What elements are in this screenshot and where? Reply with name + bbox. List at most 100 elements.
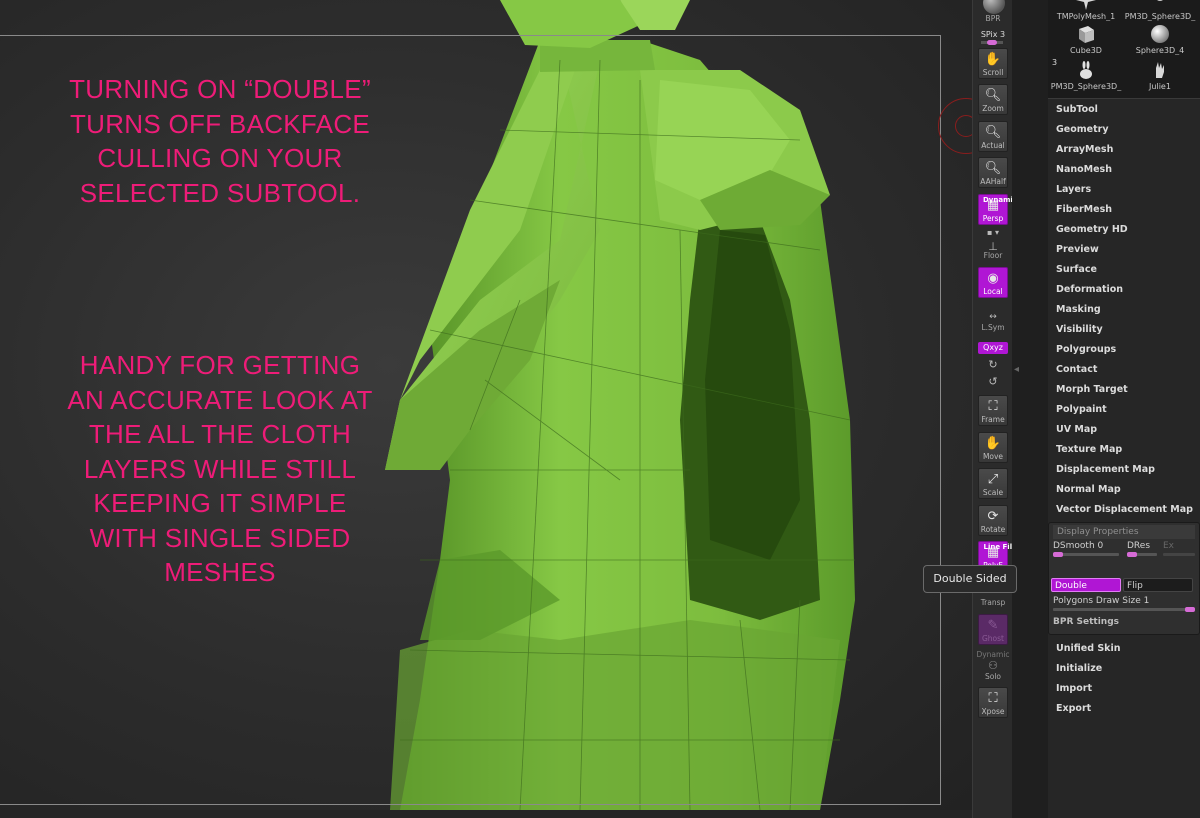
dres-slider[interactable] (1127, 552, 1157, 557)
rotate-button[interactable]: ⟳ Rotate (978, 505, 1008, 536)
menu-item-polygroups[interactable]: Polygroups (1048, 340, 1200, 360)
dsmooth-slider[interactable] (1053, 552, 1119, 557)
lsym-icon[interactable]: ↔ (973, 312, 1013, 322)
bpr-button-label[interactable]: BPR (973, 14, 1013, 23)
menu-item-import[interactable]: Import (1048, 679, 1200, 699)
tool-thumb-cube3d[interactable]: Cube3D (1050, 24, 1122, 56)
menu-item-polypaint[interactable]: Polypaint (1048, 400, 1200, 420)
display-properties-panel: Display Properties DSmooth 0 DRes Ex Dou… (1048, 522, 1200, 635)
dynamic-label: Dynamic (983, 196, 1015, 204)
ghost-button[interactable]: ✎ Ghost (978, 614, 1008, 645)
menu-item-masking[interactable]: Masking (1048, 300, 1200, 320)
zoom-button[interactable]: 🔍︎ Zoom (978, 84, 1008, 115)
xpose-label: Xpose (981, 707, 1005, 716)
menu-item-nanomesh[interactable]: NanoMesh (1048, 160, 1200, 180)
move-label: Move (982, 452, 1004, 461)
xyz-button[interactable]: Qxyz (978, 342, 1008, 354)
right-shelf: BPR SPix 3 ✋ Scroll 🔍︎ Zoom 🔍︎ Actual 🔍︎… (972, 0, 1015, 818)
scroll-button[interactable]: ✋ Scroll (978, 48, 1008, 79)
annotation-cloth-layers: HANDY FOR GETTING AN ACCURATE LOOK AT TH… (20, 348, 420, 590)
viewport-bottom-bar (0, 810, 972, 818)
bunny-icon (1080, 61, 1092, 79)
magnifier-icon: 🔍︎ (984, 88, 1002, 103)
actual-label: Actual (981, 141, 1005, 150)
rotate-z-icon[interactable]: ↺ (973, 375, 1013, 388)
menu-item-export[interactable]: Export (1048, 699, 1200, 719)
floor-label[interactable]: Floor (973, 251, 1013, 260)
hand-icon: ✋ (984, 436, 1002, 451)
menu-item-preview[interactable]: Preview (1048, 240, 1200, 260)
menu-item-initialize[interactable]: Initialize (1048, 659, 1200, 679)
tool-thumb-sphere3d[interactable]: Sphere3D_4 (1124, 24, 1196, 56)
menu-item-contact[interactable]: Contact (1048, 360, 1200, 380)
lsym-label[interactable]: L.Sym (973, 323, 1013, 332)
annotation-line: TURNING ON “DOUBLE” (69, 74, 371, 104)
menu-item-geometry-hd[interactable]: Geometry HD (1048, 220, 1200, 240)
collapse-arrow-icon[interactable]: ◂ (1014, 364, 1019, 375)
transp-button[interactable]: Transp (973, 598, 1013, 607)
tool-thumb-pm3d[interactable]: PM3D_Sphere3D_ (1050, 60, 1122, 92)
menu-item-visibility[interactable]: Visibility (1048, 320, 1200, 340)
double-sided-tooltip: Double Sided (923, 565, 1017, 593)
persp-button[interactable]: Dynamic ▦ Persp (978, 194, 1015, 225)
ex-slider[interactable] (1163, 553, 1195, 556)
canvas-viewport[interactable]: TURNING ON “DOUBLE” TURNS OFF BACKFACE C… (0, 0, 972, 810)
menu-item-arraymesh[interactable]: ArrayMesh (1048, 140, 1200, 160)
menu-item-texture-map[interactable]: Texture Map (1048, 440, 1200, 460)
menu-item-subtool[interactable]: SubTool (1048, 100, 1200, 120)
tool-menu-list: SubTool Geometry ArrayMesh NanoMesh Laye… (1048, 100, 1200, 520)
scale-button[interactable]: ⤢ Scale (978, 468, 1008, 499)
tool-thumb-julie[interactable]: Julie1 (1124, 60, 1196, 92)
menu-item-vector-displacement-map[interactable]: Vector Displacement Map (1048, 500, 1200, 520)
scale-label: Scale (982, 488, 1004, 497)
polygons-draw-size-slider[interactable] (1053, 607, 1195, 612)
move-button[interactable]: ✋ Move (978, 432, 1008, 463)
magnifier-icon: 🔍︎ (984, 125, 1002, 140)
dres-label: DRes (1127, 541, 1151, 551)
menu-item-deformation[interactable]: Deformation (1048, 280, 1200, 300)
dynamic-solo-label: Dynamic (976, 650, 1010, 659)
aahalf-button[interactable]: 🔍︎ AAHalf (978, 157, 1008, 188)
hand-model-icon (1156, 62, 1164, 78)
tool-thumb-tmpolymesh[interactable]: TMPolyMesh_1 (1050, 0, 1122, 22)
bpr-settings-item[interactable]: BPR Settings (1053, 617, 1119, 627)
solo-icon[interactable]: ⚇ (973, 659, 1013, 672)
flip-button[interactable]: Flip (1123, 578, 1193, 592)
annotation-line: KEEPING IT SIMPLE (93, 488, 347, 518)
tool-name: TMPolyMesh_1 (1056, 12, 1116, 21)
ex-label: Ex (1163, 541, 1175, 551)
menu-item-surface[interactable]: Surface (1048, 260, 1200, 280)
display-properties-title[interactable]: Display Properties (1053, 525, 1195, 539)
polygons-draw-size-label: Polygons Draw Size 1 (1053, 596, 1150, 606)
menu-item-unified-skin[interactable]: Unified Skin (1048, 639, 1200, 659)
cube-icon (1079, 26, 1094, 43)
star-icon (1076, 0, 1096, 10)
frame-button[interactable]: ⛶ Frame (978, 395, 1008, 426)
menu-item-fibermesh[interactable]: FiberMesh (1048, 200, 1200, 220)
aahalf-label: AAHalf (980, 177, 1006, 186)
sphere-icon (1151, 25, 1169, 43)
actual-button[interactable]: 🔍︎ Actual (978, 121, 1008, 152)
menu-item-layers[interactable]: Layers (1048, 180, 1200, 200)
menu-item-morph-target[interactable]: Morph Target (1048, 380, 1200, 400)
xpose-button[interactable]: ⛶ Xpose (978, 687, 1008, 718)
spix-slider[interactable] (981, 40, 1003, 45)
frame-label: Frame (981, 415, 1005, 424)
figure-icon (1157, 0, 1163, 1)
tool-thumb-pm3d-top[interactable]: PM3D_Sphere3D_ (1124, 0, 1196, 22)
rotate-y-icon[interactable]: ↻ (973, 358, 1013, 371)
tool-name: Sphere3D_4 (1135, 46, 1185, 55)
menu-item-normal-map[interactable]: Normal Map (1048, 480, 1200, 500)
panel-divider (1012, 0, 1048, 818)
tool-name: Cube3D (1070, 46, 1102, 55)
bpr-sphere-icon[interactable] (983, 0, 1005, 14)
local-button[interactable]: ◉ Local (978, 267, 1008, 298)
solo-button[interactable]: Solo (973, 672, 1013, 681)
spix-label: SPix 3 (980, 30, 1006, 39)
double-button[interactable]: Double (1051, 578, 1121, 592)
local-label: Local (983, 287, 1003, 296)
menu-item-displacement-map[interactable]: Displacement Map (1048, 460, 1200, 480)
menu-item-geometry[interactable]: Geometry (1048, 120, 1200, 140)
zoom-label: Zoom (982, 104, 1004, 113)
menu-item-uv-map[interactable]: UV Map (1048, 420, 1200, 440)
